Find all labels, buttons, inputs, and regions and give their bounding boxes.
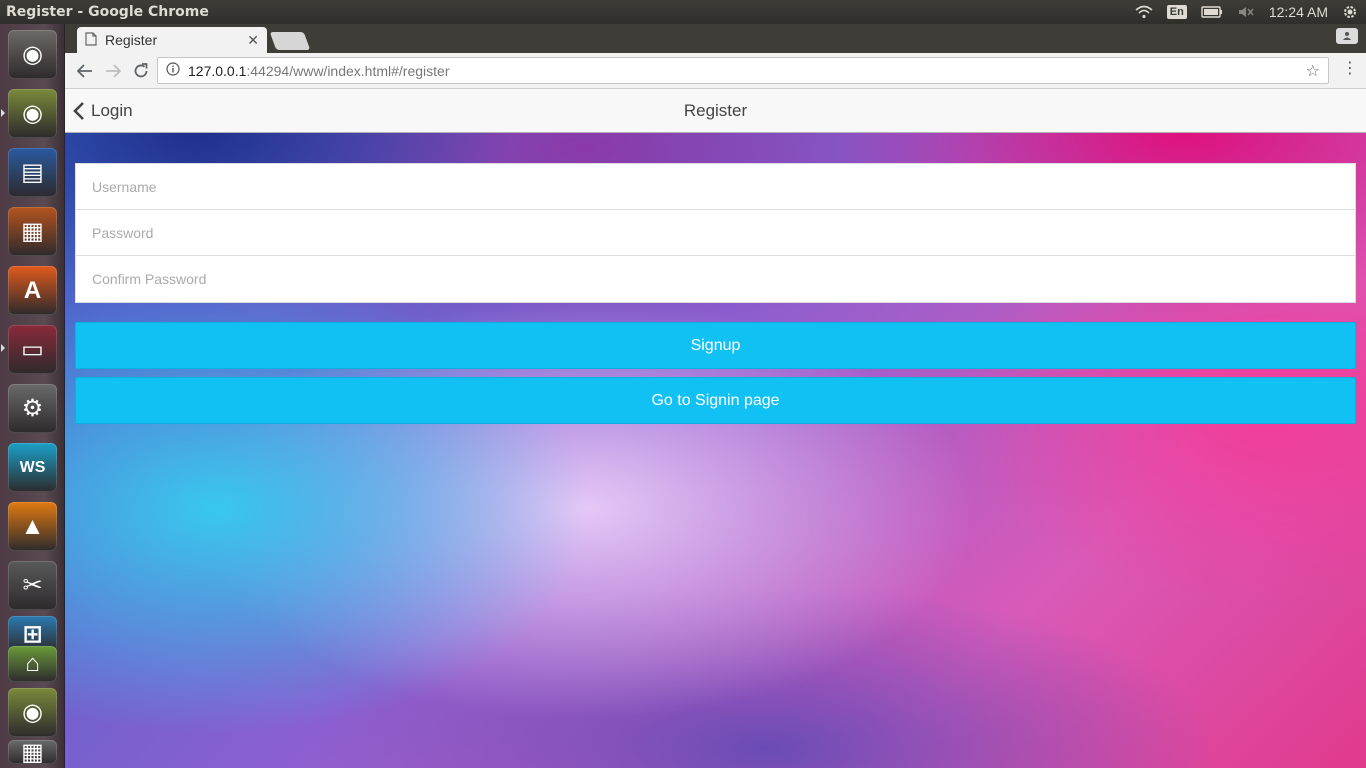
chrome-menu-icon[interactable]: ⋮	[1342, 61, 1358, 77]
webstorm-glyph: WS	[19, 458, 46, 476]
wine-tools-icon[interactable]: ✂	[8, 561, 57, 610]
files-icon[interactable]: ▭	[8, 325, 57, 374]
clock[interactable]: 12:24 AM	[1269, 4, 1328, 20]
libreoffice-writer-glyph: ▤	[21, 159, 44, 186]
libreoffice-writer-icon[interactable]: ▤	[8, 148, 57, 197]
wine-tools-glyph: ✂	[22, 572, 43, 599]
trash-icon[interactable]: ▦	[8, 738, 57, 766]
url-path: :44294/www/index.html#/register	[246, 62, 450, 79]
system-tray: En 12:24 AM	[1135, 4, 1366, 20]
screen-capture-glyph: ⊞	[22, 620, 43, 648]
files-glyph: ▭	[21, 336, 44, 363]
address-bar[interactable]: 127.0.0.1 :44294/www/index.html#/registe…	[157, 57, 1329, 84]
tab-title: Register	[105, 32, 158, 48]
confirm-password-item	[76, 256, 1355, 302]
browser-toolbar: 127.0.0.1 :44294/www/index.html#/registe…	[65, 53, 1366, 89]
username-input[interactable]	[92, 178, 1339, 195]
chrome-glyph: ◉	[22, 100, 43, 127]
scanner-glyph: ⌂	[25, 650, 40, 677]
ubuntu-dash-icon[interactable]: ◉	[8, 30, 57, 79]
url-host: 127.0.0.1	[188, 62, 247, 79]
signup-button[interactable]: Signup	[75, 322, 1356, 369]
tab-register[interactable]: Register ✕	[77, 27, 267, 53]
new-tab-button[interactable]	[269, 32, 311, 50]
window-title: Register - Google Chrome	[6, 4, 209, 20]
battery-icon[interactable]	[1201, 6, 1223, 18]
libreoffice-impress-glyph: ▦	[21, 218, 44, 245]
power-gear-icon[interactable]	[1342, 4, 1358, 20]
chrome-icon[interactable]: ◉	[8, 89, 57, 138]
software-center-icon[interactable]: A	[8, 266, 57, 315]
bookmark-star-icon[interactable]: ☆	[1306, 61, 1320, 81]
running-indicator	[1, 344, 5, 352]
tab-strip: Register ✕	[65, 24, 1366, 53]
software-center-glyph: A	[23, 276, 42, 304]
page-content: Login Register Signup Go to Signin page	[65, 89, 1366, 768]
register-form	[75, 163, 1356, 303]
app-header: Login Register	[65, 89, 1366, 133]
username-item	[76, 164, 1355, 210]
ubuntu-dash-glyph: ◉	[22, 41, 43, 68]
page-icon	[85, 31, 97, 49]
profile-button[interactable]	[1336, 28, 1358, 44]
libreoffice-impress-icon[interactable]: ▦	[8, 207, 57, 256]
confirm-password-input[interactable]	[92, 271, 1339, 287]
password-input[interactable]	[92, 224, 1339, 241]
trash-glyph: ▦	[21, 738, 44, 766]
scanner-icon[interactable]: ⌂	[8, 646, 57, 682]
back-arrow-icon[interactable]	[71, 57, 99, 85]
back-label: Login	[91, 101, 133, 120]
launcher: ◉ ◉ ▤ ▦ A ▭ ⚙ WS ▲ ✂ ⊞ ⌂ ◉ ▦	[0, 24, 65, 768]
running-indicator	[1, 109, 5, 117]
top-panel: Register - Google Chrome En 12:24 AM	[0, 0, 1366, 24]
info-icon[interactable]	[166, 62, 180, 79]
close-tab-icon[interactable]: ✕	[247, 32, 259, 49]
chrome-glyph: ◉	[22, 699, 43, 726]
browser-window: Register ✕ 127.0.0.1 :44294/www/index.ht…	[65, 24, 1366, 768]
vlc-icon[interactable]: ▲	[8, 502, 57, 551]
page-title: Register	[683, 100, 748, 120]
wifi-icon[interactable]	[1135, 5, 1153, 19]
chevron-left-icon	[73, 102, 84, 120]
vlc-glyph: ▲	[20, 512, 45, 540]
password-item	[76, 210, 1355, 256]
chrome-icon[interactable]: ◉	[8, 688, 57, 737]
keyboard-layout-indicator[interactable]: En	[1166, 5, 1187, 19]
go-to-signin-button[interactable]: Go to Signin page	[75, 377, 1356, 424]
webstorm-icon[interactable]: WS	[8, 443, 57, 492]
back-to-login-button[interactable]: Login	[73, 89, 133, 133]
system-settings-icon[interactable]: ⚙	[8, 384, 57, 433]
reload-icon[interactable]	[127, 57, 155, 85]
forward-arrow-icon[interactable]	[99, 57, 127, 85]
person-icon	[1343, 32, 1351, 40]
system-settings-glyph: ⚙	[21, 395, 44, 422]
volume-muted-icon[interactable]	[1237, 5, 1255, 19]
